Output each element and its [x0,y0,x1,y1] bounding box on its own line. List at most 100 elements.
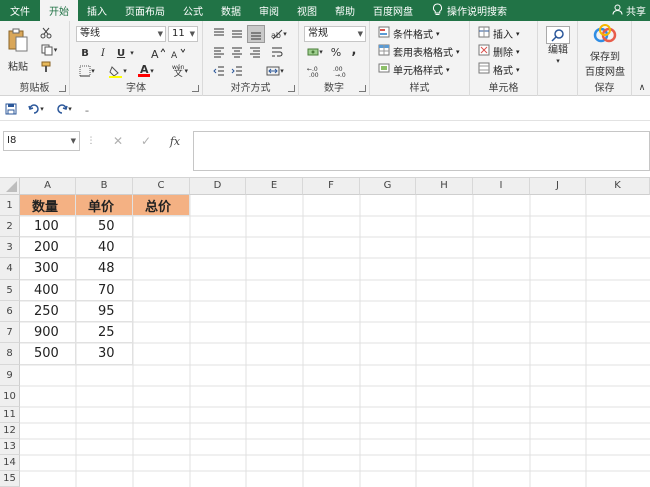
insert-function-button[interactable]: fx [166,133,184,149]
select-all-button[interactable] [0,178,20,195]
cell-b1[interactable]: 单价 [76,195,133,216]
column-header-f[interactable]: F [303,178,360,195]
save-icon[interactable] [4,102,18,116]
fill-color-icon[interactable]: ▾ [106,64,130,78]
delete-cells-button[interactable]: 删除 ▾ [478,44,520,59]
name-box[interactable]: I8 ▼ [3,131,80,151]
merge-center-icon[interactable]: ▾ [263,64,287,78]
increase-font-icon[interactable]: A [150,46,166,60]
column-header-h[interactable]: H [416,178,473,195]
cell-a2[interactable]: 100 [20,216,76,237]
tab-view[interactable]: 视图 [288,0,326,21]
redo-icon[interactable]: ▾ [52,102,76,116]
column-header-b[interactable]: B [76,178,133,195]
cell-b6[interactable]: 95 [76,301,133,322]
orientation-icon[interactable]: ab ▾ [267,27,291,41]
row-header-6[interactable]: 6 [0,301,20,322]
wrap-text-icon[interactable] [269,45,285,59]
decrease-font-icon[interactable]: A [170,46,186,60]
format-cells-button[interactable]: 格式 ▾ [478,62,520,77]
column-header-j[interactable]: J [530,178,586,195]
confirm-icon[interactable]: ✓ [138,133,154,149]
column-header-d[interactable]: D [190,178,246,195]
decrease-decimal-icon[interactable]: .00 →.0 [331,64,353,78]
font-name-select[interactable]: 等线 ▼ [76,26,166,42]
tab-insert[interactable]: 插入 [78,0,116,21]
customize-qat-icon[interactable]: ₌ [82,102,92,116]
tab-home[interactable]: 开始 [40,0,78,21]
row-header-12[interactable]: 12 [0,423,20,439]
editing-button[interactable]: 编辑 ▾ [542,26,574,66]
row-header-5[interactable]: 5 [0,280,20,301]
tab-formulas[interactable]: 公式 [174,0,212,21]
bold-button[interactable]: B [78,46,92,60]
share-button[interactable]: 共享 [612,3,650,18]
increase-decimal-icon[interactable]: ←.0.00 [305,64,327,78]
tab-review[interactable]: 审阅 [250,0,288,21]
tell-me-search[interactable]: 操作说明搜索 [422,2,517,19]
cell-b2[interactable]: 50 [76,216,133,237]
cell-c1[interactable]: 总价 [133,195,190,216]
column-header-g[interactable]: G [360,178,416,195]
row-header-13[interactable]: 13 [0,439,20,455]
row-header-15[interactable]: 15 [0,471,20,487]
cell-styles-button[interactable]: 单元格样式 ▾ [378,62,450,77]
tab-file[interactable]: 文件 [0,0,40,21]
tab-help[interactable]: 帮助 [326,0,364,21]
align-bottom-icon[interactable] [247,25,265,43]
number-launcher-icon[interactable] [359,85,366,92]
underline-dropdown-icon[interactable]: ▾ [128,46,136,60]
cell-a8[interactable]: 500 [20,343,76,365]
align-left-icon[interactable] [211,45,227,59]
row-header-1[interactable]: 1 [0,195,20,216]
copy-icon[interactable]: ▾ [38,43,60,57]
column-header-a[interactable]: A [20,178,76,195]
font-launcher-icon[interactable] [192,85,199,92]
cancel-icon[interactable]: ✕ [110,133,126,149]
decrease-indent-icon[interactable] [211,64,227,78]
collapse-ribbon-icon[interactable]: ∧ [636,83,648,93]
align-top-icon[interactable] [211,27,227,41]
number-format-select[interactable]: 常规 ▼ [304,26,366,42]
cell-a7[interactable]: 900 [20,322,76,343]
tab-page-layout[interactable]: 页面布局 [116,0,174,21]
column-header-i[interactable]: I [473,178,530,195]
cut-icon[interactable] [38,26,54,40]
tab-data[interactable]: 数据 [212,0,250,21]
column-header-e[interactable]: E [246,178,303,195]
row-header-8[interactable]: 8 [0,343,20,365]
cell-a4[interactable]: 300 [20,258,76,280]
tab-baidu-netdisk[interactable]: 百度网盘 [364,0,422,21]
align-center-icon[interactable] [229,45,245,59]
save-to-baidu-button[interactable]: 保存到 百度网盘 [580,24,630,78]
cell-a5[interactable]: 400 [20,280,76,301]
row-header-4[interactable]: 4 [0,258,20,280]
cell-a1[interactable]: 数量 [20,195,76,216]
column-header-k[interactable]: K [586,178,650,195]
cell-b3[interactable]: 40 [76,237,133,258]
column-header-c[interactable]: C [133,178,190,195]
paste-button[interactable]: 粘贴 [4,25,32,75]
row-header-11[interactable]: 11 [0,407,20,423]
row-header-14[interactable]: 14 [0,455,20,471]
undo-icon[interactable]: ▾ [24,102,48,116]
cell-b8[interactable]: 30 [76,343,133,365]
formula-input[interactable] [193,131,650,171]
font-color-icon[interactable]: A ▾ [134,64,158,78]
format-painter-icon[interactable] [38,60,54,74]
cell-a3[interactable]: 200 [20,237,76,258]
row-header-2[interactable]: 2 [0,216,20,237]
phonetic-icon[interactable]: wén 文 ▾ [168,64,192,79]
row-header-7[interactable]: 7 [0,322,20,343]
comma-button[interactable]: , [347,43,361,58]
borders-icon[interactable]: ▾ [76,64,98,78]
row-header-9[interactable]: 9 [0,365,20,386]
font-size-select[interactable]: 11 ▼ [168,26,198,42]
italic-button[interactable]: I [96,46,110,60]
alignment-launcher-icon[interactable] [288,85,295,92]
row-header-3[interactable]: 3 [0,237,20,258]
clipboard-launcher-icon[interactable] [59,85,66,92]
cell-a6[interactable]: 250 [20,301,76,322]
format-as-table-button[interactable]: 套用表格格式 ▾ [378,44,460,59]
align-middle-icon[interactable] [229,27,245,41]
